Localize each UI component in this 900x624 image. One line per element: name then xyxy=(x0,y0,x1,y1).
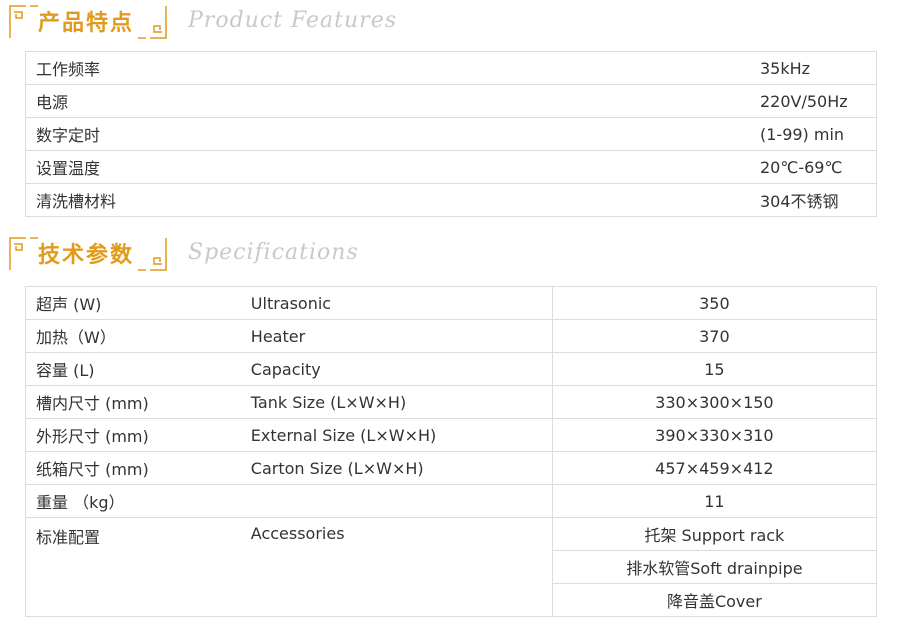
spec-label-en: Tank Size (L×W×H) xyxy=(240,385,553,419)
table-row: 设置温度 20℃-69℃ xyxy=(25,150,877,184)
specs-table: 超声 (W) Ultrasonic 350 加热（W） Heater 370 容… xyxy=(24,286,878,617)
spec-label-en xyxy=(240,484,553,518)
spec-label-en: Capacity xyxy=(240,352,553,386)
accessory-item: 排水软管Soft drainpipe xyxy=(551,550,878,584)
spec-value: 390×330×310 xyxy=(551,418,878,452)
accessory-item: 降音盖Cover xyxy=(551,583,878,617)
table-row: 超声 (W) Ultrasonic 350 xyxy=(24,286,878,320)
table-row: 清洗槽材料 304不锈钢 xyxy=(25,183,877,217)
feature-value: 220V/50Hz xyxy=(750,84,877,118)
table-row: 重量 （kg） 11 xyxy=(24,484,878,518)
feature-value: 35kHz xyxy=(750,51,877,85)
features-title-cn: 产品特点 xyxy=(38,11,135,36)
spec-label-en: Carton Size (L×W×H) xyxy=(240,451,553,485)
spec-label-cn: 加热（W） xyxy=(24,319,241,353)
feature-label: 工作频率 xyxy=(25,51,750,85)
table-row: 工作频率 35kHz xyxy=(25,51,877,85)
spec-label-en: Heater xyxy=(240,319,553,353)
accessories-label-cn: 标准配置 xyxy=(24,517,241,617)
spec-label-cn: 槽内尺寸 (mm) xyxy=(24,385,241,419)
spec-value: 457×459×412 xyxy=(551,451,878,485)
spec-label-cn: 容量 (L) xyxy=(24,352,241,386)
accessory-item: 托架 Support rack xyxy=(551,517,878,551)
features-table: 工作频率 35kHz 电源 220V/50Hz 数字定时 (1-99) min … xyxy=(25,51,877,217)
table-row: 加热（W） Heater 370 xyxy=(24,319,878,353)
feature-value: (1-99) min xyxy=(750,117,877,151)
feature-label: 数字定时 xyxy=(25,117,750,151)
spec-label-en: Ultrasonic xyxy=(240,286,553,320)
accessories-label-en: Accessories xyxy=(240,517,553,617)
specs-title-en: Specifications xyxy=(188,240,359,265)
spec-label-cn: 外形尺寸 (mm) xyxy=(24,418,241,452)
table-row: 标准配置 Accessories 托架 Support rack xyxy=(24,517,878,617)
features-title-en: Product Features xyxy=(188,8,398,33)
specs-title-cn: 技术参数 xyxy=(38,243,135,268)
spec-value: 350 xyxy=(551,286,878,320)
specs-section-header: 技术参数 Specifications xyxy=(8,234,608,278)
spec-value: 15 xyxy=(551,352,878,386)
feature-label: 设置温度 xyxy=(25,150,750,184)
spec-label-en: External Size (L×W×H) xyxy=(240,418,553,452)
spec-value: 330×300×150 xyxy=(551,385,878,419)
feature-label: 清洗槽材料 xyxy=(25,183,750,217)
table-row: 槽内尺寸 (mm) Tank Size (L×W×H) 330×300×150 xyxy=(24,385,878,419)
table-row: 电源 220V/50Hz xyxy=(25,84,877,118)
features-section-header: 产品特点 Product Features xyxy=(8,2,608,46)
feature-value: 304不锈钢 xyxy=(750,183,877,217)
spec-label-cn: 重量 （kg） xyxy=(24,484,241,518)
table-row: 数字定时 (1-99) min xyxy=(25,117,877,151)
spec-value: 11 xyxy=(551,484,878,518)
spec-label-cn: 纸箱尺寸 (mm) xyxy=(24,451,241,485)
feature-value: 20℃-69℃ xyxy=(750,150,877,184)
table-row: 容量 (L) Capacity 15 xyxy=(24,352,878,386)
feature-label: 电源 xyxy=(25,84,750,118)
table-row: 外形尺寸 (mm) External Size (L×W×H) 390×330×… xyxy=(24,418,878,452)
table-row: 纸箱尺寸 (mm) Carton Size (L×W×H) 457×459×41… xyxy=(24,451,878,485)
spec-value: 370 xyxy=(551,319,878,353)
spec-label-cn: 超声 (W) xyxy=(24,286,241,320)
